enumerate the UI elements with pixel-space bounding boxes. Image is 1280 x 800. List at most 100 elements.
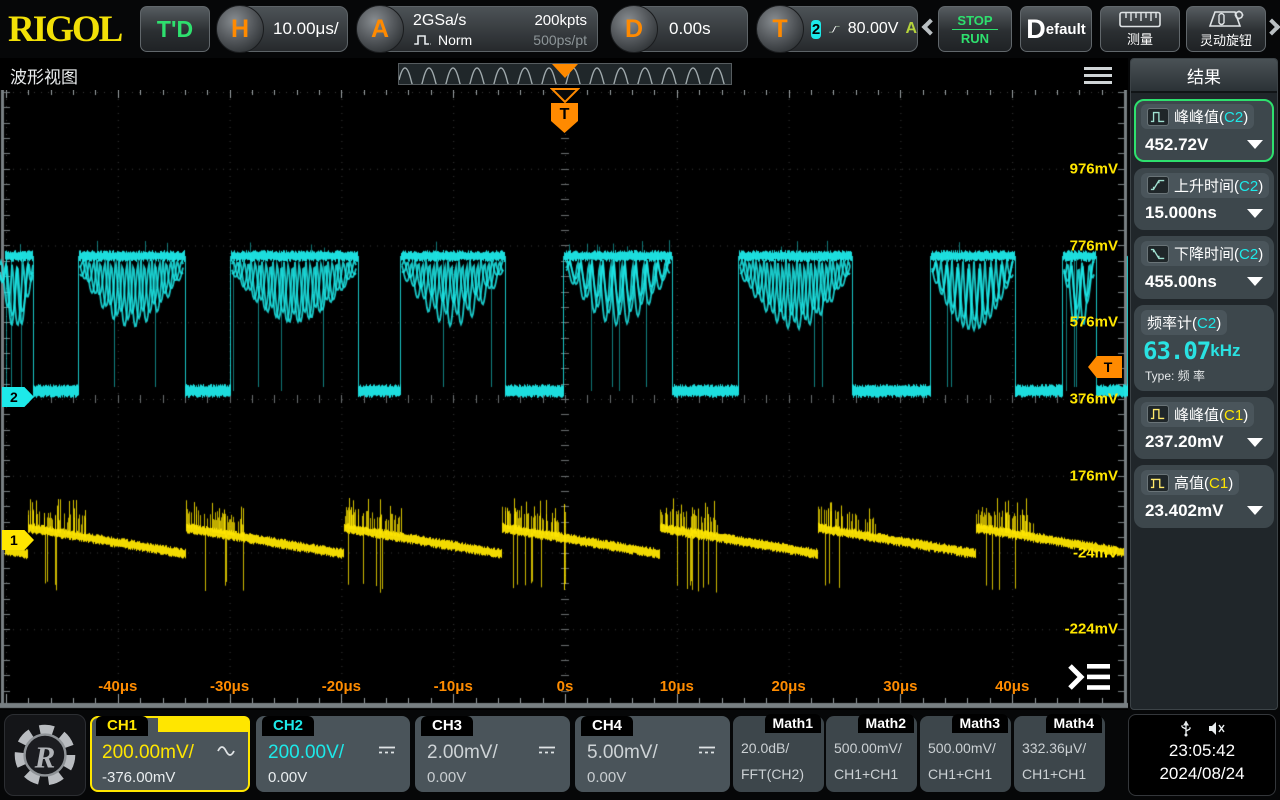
sample-rate: 2GSa/s xyxy=(413,11,467,29)
stop-label: STOP xyxy=(957,12,993,28)
y-tick-label: -24mV xyxy=(1072,544,1118,561)
math-card-4[interactable]: Math4 332.36μV/CH1+CH1 xyxy=(1014,714,1105,792)
pulse-icon xyxy=(414,35,432,45)
stop-run-button[interactable]: STOP RUN xyxy=(938,6,1012,52)
math-expression: CH1+CH1 xyxy=(1022,766,1087,782)
channel-offset: -376.00mV xyxy=(102,769,176,786)
trigger-position-marker[interactable] xyxy=(550,88,580,104)
channel-card-ch1[interactable]: CH1 200.00mV/ -376.00mV xyxy=(90,716,250,792)
acquire-mode: Norm xyxy=(438,31,473,48)
rising-edge-icon xyxy=(829,25,840,33)
x-tick-label: -30μs xyxy=(209,678,250,695)
math-tab: Math2 xyxy=(857,714,914,733)
trigger-sweep-mode: A xyxy=(905,20,917,37)
measurement-label: 下降时间(C2) xyxy=(1141,241,1270,266)
math-scale: 20.0dB/ xyxy=(741,740,790,756)
side-menu-icon[interactable] xyxy=(1064,660,1112,696)
default-button[interactable]: Default xyxy=(1020,6,1092,52)
clock-date: 2024/08/24 xyxy=(1159,764,1245,783)
math-expression: CH1+CH1 xyxy=(928,766,993,782)
run-label: RUN xyxy=(960,30,990,46)
measurement-label: 上升时间(C2) xyxy=(1141,172,1270,198)
measurement-card-2[interactable]: 上升时间(C2) 15.000ns xyxy=(1134,167,1274,230)
clock-time: 23:05:42 xyxy=(1168,741,1236,760)
x-tick-label: -10μs xyxy=(433,678,473,695)
dropdown-arrow-icon[interactable] xyxy=(1247,208,1263,218)
measure-button[interactable]: 测量 xyxy=(1100,6,1180,52)
clock-card[interactable]: 23:05:42 2024/08/24 xyxy=(1128,714,1276,796)
x-tick-label: -40μs xyxy=(98,678,138,695)
rigol-emblem-button[interactable]: R xyxy=(4,714,86,796)
x-tick-label: 40μs xyxy=(995,678,1030,695)
y-tick-label: 776mV xyxy=(1069,237,1118,254)
math-tab: Math3 xyxy=(951,714,1008,733)
measurement-label: 频率计(C2) xyxy=(1141,309,1228,335)
header-bar: RIGOL T'D H 10.00μs/ A 2GSa/s 200kpts No… xyxy=(0,0,1280,58)
channel-card-ch2[interactable]: CH2 200.00V/0.00V xyxy=(256,716,410,792)
dropdown-arrow-icon[interactable] xyxy=(1247,506,1263,515)
y-tick-label: 376mV xyxy=(1069,390,1118,408)
math-card-3[interactable]: Math3 500.00mV/CH1+CH1 xyxy=(920,714,1011,792)
math-card-2[interactable]: Math2 500.00mV/CH1+CH1 xyxy=(826,714,917,792)
x-tick-label: -20μs xyxy=(321,678,361,695)
measure-label: 测量 xyxy=(1126,31,1153,47)
sample-resolution: 500ps/pt xyxy=(533,31,587,48)
results-panel: 结果 峰峰值(C2) 452.72V 上升时间(C2) 15.000ns 下降时间(C2… xyxy=(1130,58,1278,710)
trigger-knob[interactable]: T xyxy=(756,5,804,53)
measurement-value: 452.72V xyxy=(1141,130,1267,156)
measurement-card-5[interactable]: 峰峰值(C1) 237.20mV xyxy=(1134,396,1274,459)
smart-knob-label: 灵动旋钮 xyxy=(1199,32,1252,48)
dropdown-arrow-icon[interactable] xyxy=(1247,140,1263,149)
channel-card-ch4[interactable]: CH4 5.00mV/0.00V xyxy=(575,716,730,792)
dropdown-arrow-icon[interactable] xyxy=(1247,437,1263,447)
channel-card-ch3[interactable]: CH3 2.00mV/0.00V xyxy=(415,716,570,792)
top-value-icon xyxy=(1147,473,1169,492)
measurement-card-6[interactable]: 高值(C1) 23.402mV xyxy=(1134,465,1274,528)
acquire-knob[interactable]: A xyxy=(356,5,404,53)
y-tick-label: 176mV xyxy=(1069,467,1118,485)
channel-scale: 200.00mV/ xyxy=(102,742,194,763)
waveform-preview-bar[interactable] xyxy=(398,63,736,93)
math-card-1[interactable]: Math1 20.0dB/FFT(CH2) xyxy=(733,714,824,792)
preview-trigger-marker[interactable] xyxy=(552,64,578,78)
channel-scale: 2.00mV/ xyxy=(427,742,498,763)
math-scale: 332.36μV/ xyxy=(1022,740,1087,756)
waveform-display[interactable] xyxy=(0,90,1128,710)
chevron-left-icon[interactable] xyxy=(921,18,939,36)
dc-coupling-icon xyxy=(539,746,555,754)
math-scale: 500.00mV/ xyxy=(834,740,902,756)
measurement-label: 峰峰值(C2) xyxy=(1141,104,1255,129)
measurement-card-4[interactable]: 频率计(C2) 63.07 kHz Type: 频 率 xyxy=(1134,304,1274,391)
selected-strip xyxy=(158,716,250,732)
speaker-muted-icon xyxy=(1208,722,1225,735)
measurement-label: 高值(C1) xyxy=(1141,470,1240,495)
counter-value: 63.07 kHz xyxy=(1143,336,1241,365)
stop-run-divider xyxy=(952,28,998,30)
math-tab: Math1 xyxy=(764,714,821,733)
dc-coupling-icon xyxy=(699,746,715,754)
horizontal-knob[interactable]: H xyxy=(216,5,264,53)
channel-offset: 0.00V xyxy=(587,769,627,786)
math-expression: CH1+CH1 xyxy=(834,766,899,782)
gear-logo-icon: R xyxy=(14,724,76,786)
trigger-status-button[interactable]: T'D xyxy=(140,6,210,52)
rise-time-icon xyxy=(1147,176,1169,194)
measurement-card-1[interactable]: 峰峰值(C2) 452.72V xyxy=(1134,99,1274,162)
channel-tab: CH2 xyxy=(262,716,315,736)
smart-knob-button[interactable]: 灵动旋钮 xyxy=(1186,6,1266,52)
scope-graticule-area: T 2 1 T 976mV 776mV 576mV 376mV 176mV -24mV -2… xyxy=(0,88,1128,710)
usb-icon xyxy=(1180,720,1191,737)
ac-coupling-icon xyxy=(217,746,235,756)
delay-knob[interactable]: D xyxy=(610,5,658,53)
memory-depth: 200kpts xyxy=(534,12,587,29)
rigol-logo: RIGOL xyxy=(8,9,123,50)
y-tick-label: 576mV xyxy=(1069,313,1118,331)
hamburger-menu-icon[interactable] xyxy=(1084,67,1112,88)
acquire-info[interactable]: 2GSa/s 200kpts Norm 500ps/pt xyxy=(380,6,598,52)
y-tick-label: -224mV xyxy=(1064,620,1118,638)
ruler-icon xyxy=(1119,11,1161,27)
measurement-card-3[interactable]: 下降时间(C2) 455.00ns xyxy=(1134,236,1274,299)
dropdown-arrow-icon[interactable] xyxy=(1247,277,1263,286)
waveform-panel: 波形视图 T 2 1 T 976mV 776mV 576mV 376mV 176mV -2… xyxy=(0,58,1128,710)
channel-tab: CH1 xyxy=(96,716,149,736)
